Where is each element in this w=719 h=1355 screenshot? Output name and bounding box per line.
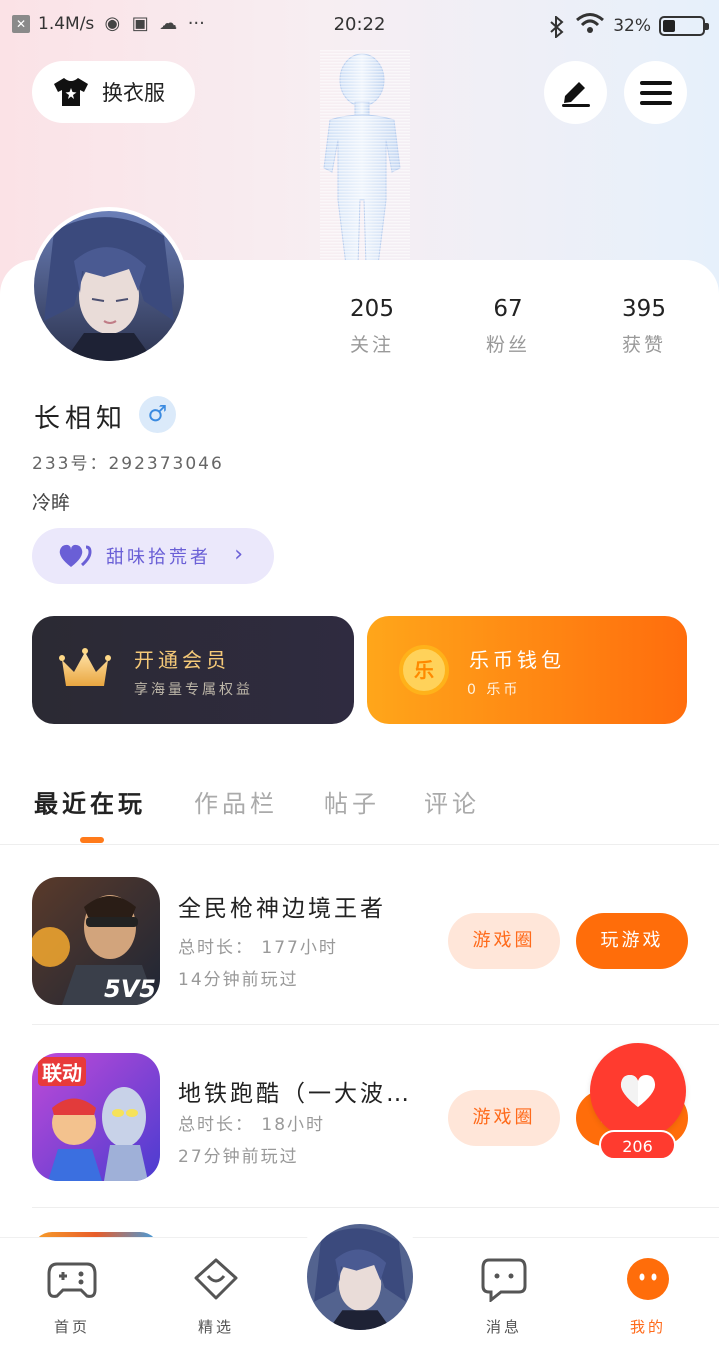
wallet-title: 乐币钱包 — [469, 648, 565, 672]
game-circle-button[interactable]: 游戏圈 — [448, 1090, 560, 1146]
like-button[interactable] — [590, 1043, 686, 1139]
active-tab-indicator — [80, 837, 104, 843]
user-id: 233号：292373046 — [32, 449, 224, 474]
user-id-label: 233号： — [32, 454, 109, 474]
tab-works[interactable]: 作品栏 — [194, 784, 278, 819]
avatar-illustration — [34, 211, 184, 361]
followers-label: 粉丝 — [485, 334, 530, 356]
crown-icon — [59, 648, 111, 686]
title-badge-button[interactable]: 甜味拾荒者 › — [32, 528, 274, 584]
vip-subtitle: 享海量专属权益 — [134, 682, 253, 698]
tab-comments[interactable]: 评论 — [424, 784, 480, 819]
me-icon — [627, 1258, 669, 1300]
tabs-divider — [0, 844, 719, 845]
play-game-button[interactable]: 玩游戏 — [576, 913, 688, 969]
likes-label: 获赞 — [621, 334, 666, 356]
nav-label: 消息 — [485, 1318, 522, 1336]
pen-icon — [561, 81, 590, 107]
nav-item-featured[interactable]: 精选 — [171, 1256, 261, 1337]
heart-icon — [620, 1075, 656, 1107]
nav-item-me[interactable]: 我的 — [603, 1256, 693, 1337]
nav-label: 首页 — [53, 1318, 90, 1336]
battery-icon — [659, 15, 709, 36]
edit-profile-button[interactable] — [544, 61, 607, 124]
following-label: 关注 — [349, 334, 394, 356]
tab-posts[interactable]: 帖子 — [324, 784, 380, 819]
wallet-card[interactable]: 乐 乐币钱包 0 乐币 — [367, 616, 687, 724]
nav-item-home[interactable]: 首页 — [27, 1256, 117, 1337]
followers-count: 67 — [493, 296, 523, 322]
game-title: 地铁跑酷（一大波… — [178, 1081, 412, 1107]
avatar[interactable] — [30, 207, 188, 365]
title-badge-label: 甜味拾荒者 — [106, 547, 211, 568]
battery-percent: 32% — [613, 15, 651, 36]
likes-count: 395 — [622, 296, 666, 322]
game-duration: 总时长： 177小时 — [178, 938, 338, 958]
avatar-illustration — [307, 1224, 413, 1330]
menu-icon — [639, 80, 672, 105]
male-gender-icon: ♂ — [139, 396, 176, 433]
game-circle-button[interactable]: 游戏圈 — [448, 913, 560, 969]
row-divider — [32, 1024, 719, 1025]
game-last-played: 27分钟前玩过 — [178, 1147, 299, 1167]
game-icon-text: 5V5 — [104, 975, 156, 1003]
row-divider — [32, 1207, 719, 1208]
chevron-right-icon: › — [234, 542, 246, 567]
user-id-value: 292373046 — [108, 454, 224, 474]
wifi-icon — [575, 12, 605, 39]
nav-label: 精选 — [197, 1318, 234, 1336]
list-item[interactable]: 5V5 全民枪神边境王者 总时长： 177小时 14分钟前玩过 游戏圈 玩游戏 — [32, 847, 719, 1025]
double-heart-icon — [59, 544, 92, 567]
game-title: 全民枪神边境王者 — [178, 896, 386, 922]
message-icon — [481, 1258, 527, 1304]
nav-item-messages[interactable]: 消息 — [459, 1256, 549, 1337]
game-icon: 联动 — [32, 1053, 160, 1181]
game-last-played: 14分钟前玩过 — [178, 970, 299, 990]
nav-avatar[interactable] — [303, 1220, 417, 1334]
following-count: 205 — [350, 296, 394, 322]
following-stat[interactable]: 205 关注 — [312, 296, 432, 357]
game-icon: 5V5 — [32, 877, 160, 1005]
vip-title: 开通会员 — [134, 648, 230, 672]
menu-button[interactable] — [624, 61, 687, 124]
user-bio: 冷眸 — [32, 492, 71, 514]
bluetooth-icon — [547, 14, 567, 39]
gamepad-icon — [47, 1262, 97, 1298]
tshirt-icon — [54, 78, 88, 106]
coin-icon: 乐 — [399, 645, 449, 695]
avatar-hologram — [320, 50, 410, 265]
tab-recent-play[interactable]: 最近在玩 — [34, 784, 146, 819]
vip-card[interactable]: 开通会员 享海量专属权益 — [32, 616, 354, 724]
status-bar: ✕ 1.4M/s ◉ ▣ ☁ ··· 20:22 32% — [0, 0, 719, 50]
likes-stat[interactable]: 395 获赞 — [584, 296, 704, 357]
username: 长相知 — [34, 404, 128, 434]
game-icon-text: 联动 — [38, 1057, 86, 1086]
stats-row: 205 关注 67 粉丝 395 获赞 — [305, 296, 719, 366]
followers-stat[interactable]: 67 粉丝 — [448, 296, 568, 357]
wallet-balance: 0 乐币 — [467, 682, 521, 698]
dress-up-label: 换衣服 — [102, 81, 165, 105]
nav-label: 我的 — [629, 1318, 666, 1336]
like-count: 206 — [599, 1130, 676, 1160]
game-duration: 总时长： 18小时 — [178, 1115, 326, 1135]
heart-chat-icon — [194, 1258, 238, 1300]
dress-up-button[interactable]: 换衣服 — [32, 61, 195, 123]
